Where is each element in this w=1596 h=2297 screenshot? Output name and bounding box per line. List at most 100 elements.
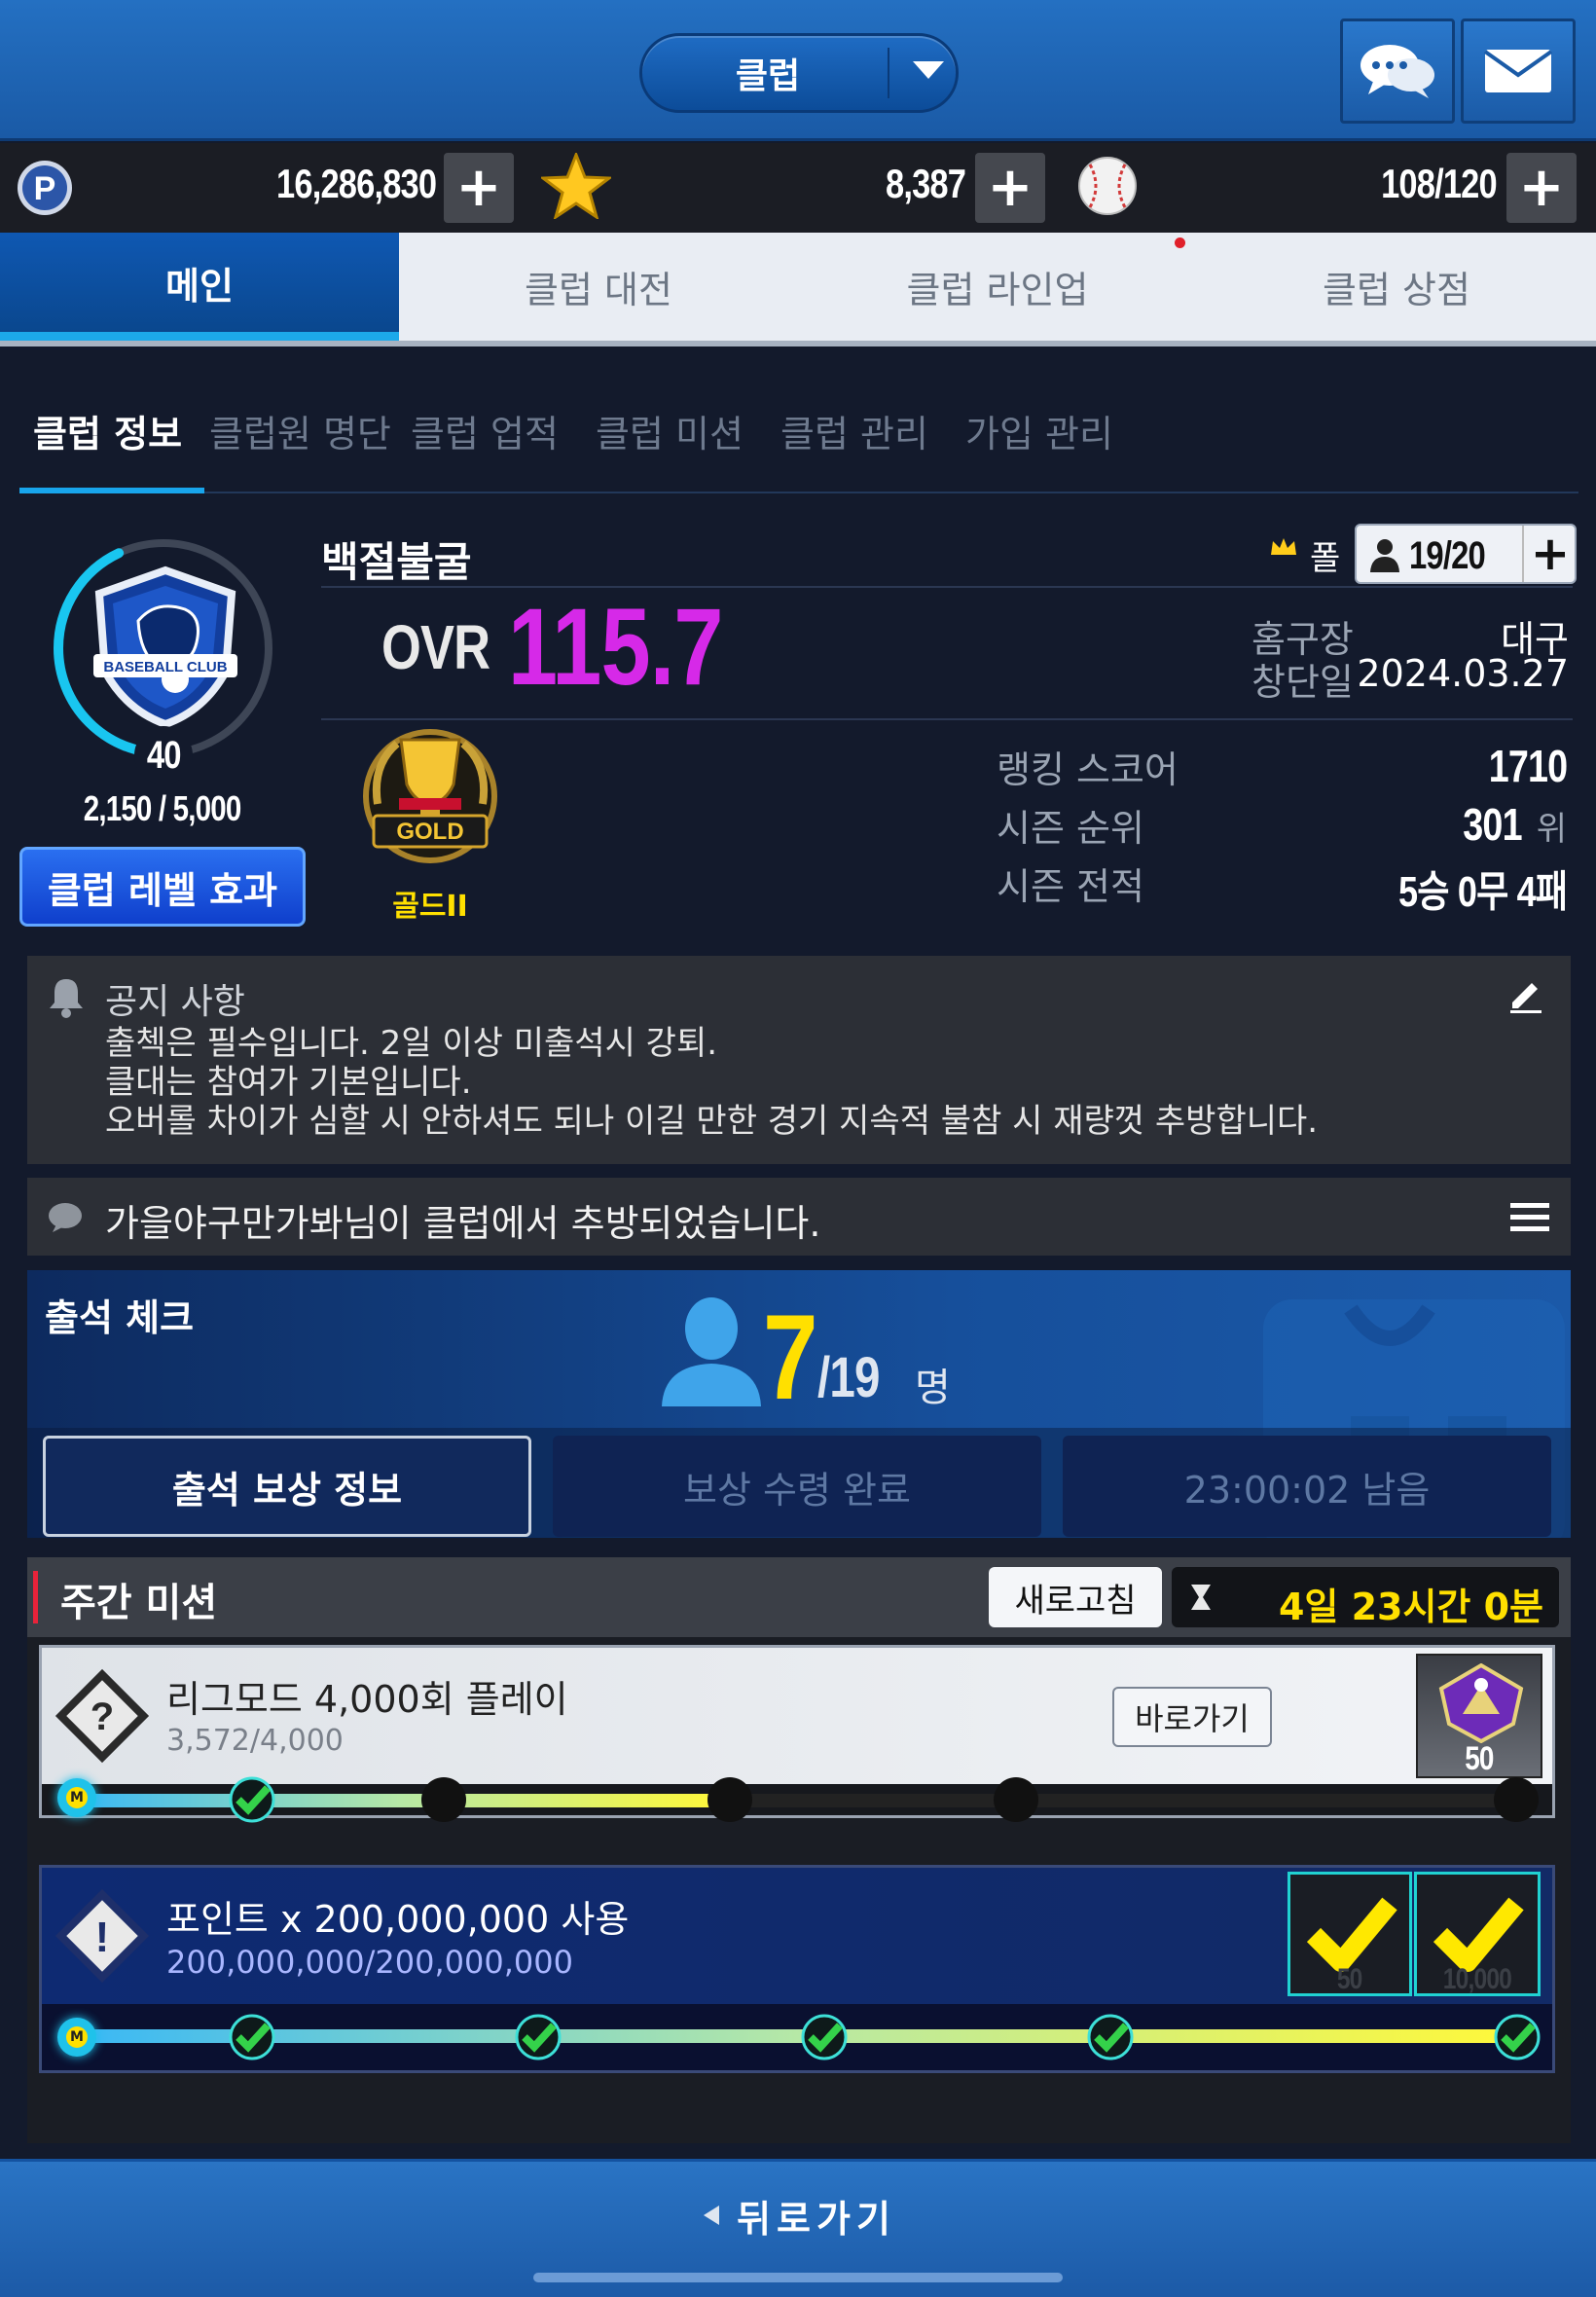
refresh-button[interactable]: 새로고침 — [989, 1567, 1162, 1627]
divider — [321, 718, 1573, 720]
check-milestone-icon — [1494, 2014, 1541, 2060]
milestone-start-icon: M — [57, 1778, 96, 1817]
currency-bar: P 16,286,830 + 8,387 + 108/120 + — [0, 143, 1596, 374]
chat-button[interactable] — [1340, 18, 1455, 124]
event-log-text: 가을야구만가봐님이 클럽에서 추방되었습니다. — [105, 1202, 821, 1245]
svg-text:P: P — [34, 170, 56, 207]
check-milestone-icon — [229, 1776, 275, 1823]
club-menu-label: 클럽 — [735, 56, 801, 96]
notice-line: 오버롤 차이가 심할 시 안하셔도 되나 이길 만한 경기 지속적 불참 시 재… — [105, 1102, 1319, 1141]
tab-main-label: 메인 — [165, 264, 234, 308]
milestone-start-icon: M — [57, 2018, 96, 2057]
subtab-club-info[interactable]: 클럽 정보 — [33, 404, 182, 457]
purple-medal-icon — [1438, 1663, 1524, 1743]
mission-card: ! 포인트 x 200,000,000 사용 200,000,000/200,0… — [39, 1865, 1555, 2073]
points-icon: P — [16, 159, 74, 221]
menu-icon[interactable] — [1510, 1203, 1549, 1232]
dropdown-separator — [888, 48, 889, 98]
speech-bubble-icon — [49, 1203, 82, 1232]
club-exp: 2,150 / 5,000 — [39, 788, 286, 829]
tab-club-battle[interactable]: 클럽 대전 — [399, 233, 798, 341]
person-silhouette-icon — [662, 1297, 761, 1406]
attendance-reward-info-button[interactable]: 출석 보상 정보 — [43, 1436, 531, 1537]
check-milestone-icon — [1087, 2014, 1134, 2060]
bottom-bar: 뒤로가기 — [0, 2159, 1596, 2297]
sub-tab-bar: 클럽 정보 클럽원 명단 클럽 업적 클럽 미션 클럽 관리 가입 관리 — [0, 350, 1596, 496]
balls-value: 108/120 — [1381, 161, 1498, 206]
tab-club-shop-label: 클럽 상점 — [1323, 269, 1470, 311]
club-menu-dropdown[interactable]: 클럽 — [639, 33, 959, 113]
person-icon — [1370, 539, 1399, 572]
tab-club-lineup-label: 클럽 라인업 — [906, 269, 1089, 311]
club-level-effect-button[interactable]: 클럽 레벨 효과 — [19, 847, 306, 927]
stars-value: 8,387 — [885, 161, 966, 206]
subtab-achievements[interactable]: 클럽 업적 — [411, 404, 559, 457]
reset-timer: 23:00:02 남음 — [1063, 1436, 1551, 1537]
divider — [1522, 526, 1524, 582]
attendance-unit: 명 — [915, 1366, 951, 1410]
club-level-value: 40 — [146, 733, 182, 777]
notice-line: 클대는 참여가 기본입니다. — [105, 1063, 472, 1102]
club-exp-value: 2,150 / 5,000 — [84, 788, 242, 828]
tab-club-shop[interactable]: 클럽 상점 — [1197, 233, 1596, 341]
check-milestone-icon — [801, 2014, 848, 2060]
notice-title: 공지 사항 — [105, 982, 245, 1022]
ranking-score-value: 1710 — [1488, 741, 1567, 791]
ovr-value: 115.7 — [508, 586, 723, 708]
founded-label: 창단일 — [1251, 661, 1354, 704]
member-count: 19/20 — [1409, 534, 1486, 577]
mission-timer: 4일 23시간 0분 — [1172, 1567, 1559, 1628]
season-record-label: 시즌 전적 — [997, 865, 1144, 908]
mission-reward-claimed: 10,000 — [1414, 1872, 1541, 1996]
add-points-button[interactable]: + — [444, 153, 514, 223]
subtab-management[interactable]: 클럽 관리 — [780, 404, 928, 457]
milestone-dot — [707, 1777, 752, 1822]
svg-text:!: ! — [95, 1914, 110, 1961]
attendance-count: 7 — [763, 1291, 818, 1425]
season-rank-unit: 위 — [1536, 810, 1567, 849]
mission-reward: 50 — [1416, 1654, 1542, 1778]
club-event-log[interactable]: 가을야구만가봐님이 클럽에서 추방되었습니다. — [27, 1178, 1571, 1256]
club-level: 40 — [134, 726, 193, 784]
reward-count: 50 — [1465, 1740, 1494, 1777]
mail-button[interactable] — [1461, 18, 1576, 124]
subtab-join-management[interactable]: 가입 관리 — [965, 404, 1113, 457]
ovr-label: OVR — [381, 612, 490, 682]
edit-notice-button[interactable] — [1506, 975, 1545, 1014]
attendance-panel: 출석 체크 7 /19 명 출석 보상 정보 보상 수령 완료 23:00:02… — [27, 1270, 1571, 1538]
tab-main[interactable]: 메인 — [0, 233, 399, 341]
ranking-score-label: 랭킹 스코어 — [997, 748, 1179, 791]
mission-card: ? 리그모드 4,000회 플레이 3,572/4,000 바로가기 50 M — [39, 1645, 1555, 1823]
mission-time-left: 4일 23시간 0분 — [1278, 1586, 1543, 1628]
exclamation-mission-icon: ! — [54, 1888, 150, 1984]
goto-button[interactable]: 바로가기 — [1112, 1687, 1272, 1747]
add-member-button[interactable]: + — [1526, 526, 1575, 582]
hourglass-icon — [1191, 1585, 1211, 1610]
crown-icon — [1269, 535, 1298, 563]
mission-track: M — [42, 1776, 1552, 1823]
main-tab-bar: 메인 클럽 대전 클럽 라인업 클럽 상점 — [0, 233, 1596, 346]
season-rank-value: 301 — [1463, 799, 1523, 850]
back-arrow-icon — [704, 2206, 720, 2225]
chat-bubbles-icon — [1360, 45, 1434, 98]
mission-track: M — [42, 2004, 1552, 2070]
club-info-panel: BASEBALL CLUB 40 2,150 / 5,000 클럽 레벨 효과 … — [0, 496, 1596, 936]
points-value: 16,286,830 — [275, 161, 437, 206]
tab-club-lineup[interactable]: 클럽 라인업 — [798, 233, 1197, 341]
attendance-title: 출석 체크 — [45, 1296, 195, 1339]
new-dot-badge — [1175, 237, 1185, 248]
reward-count: 10,000 — [1442, 1963, 1512, 1995]
add-balls-button[interactable]: + — [1506, 153, 1577, 223]
founded-value: 2024.03.27 — [1357, 652, 1569, 695]
tab-club-battle-label: 클럽 대전 — [525, 269, 672, 311]
season-rank-label: 시즌 순위 — [997, 807, 1144, 850]
add-stars-button[interactable]: + — [975, 153, 1045, 223]
member-count-box: 19/20 + — [1355, 524, 1577, 584]
club-emblem-text: BASEBALL CLUB — [103, 659, 227, 675]
subtab-member-list[interactable]: 클럽원 명단 — [209, 404, 391, 457]
top-bar: 클럽 — [0, 0, 1596, 141]
mission-progress-fill — [81, 2029, 1515, 2043]
back-button[interactable]: 뒤로가기 — [642, 2181, 954, 2249]
subtab-missions[interactable]: 클럽 미션 — [596, 404, 744, 457]
subtab-divider — [204, 492, 1578, 493]
